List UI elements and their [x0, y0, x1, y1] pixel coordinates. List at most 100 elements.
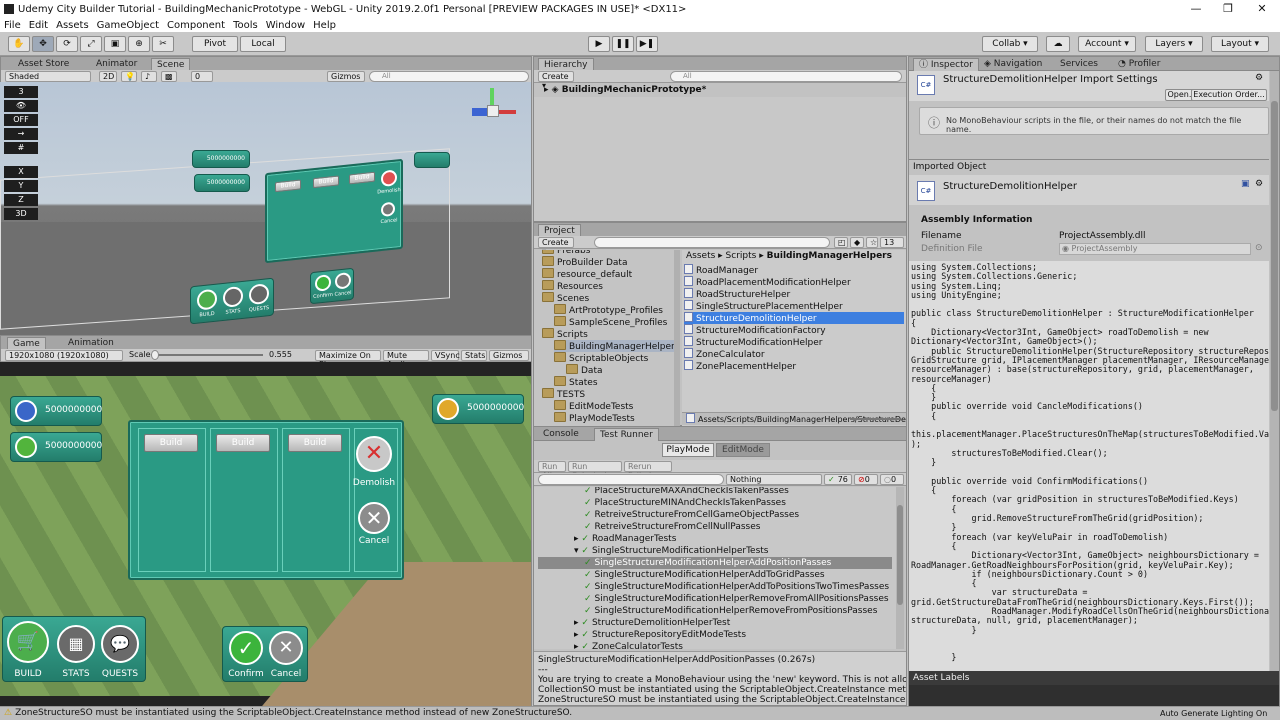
file-item[interactable]: RoadManager — [684, 264, 904, 276]
resolution-dropdown[interactable]: 1920x1080 (1920x1080) — [5, 350, 123, 361]
tab-services[interactable]: Services — [1055, 58, 1103, 71]
confirm-icon[interactable]: ✓ — [229, 631, 263, 665]
folder-item[interactable]: TESTS — [542, 388, 585, 400]
breadcrumb-scripts[interactable]: Scripts — [726, 251, 757, 261]
eye-icon[interactable]: 👁 — [4, 100, 38, 112]
hidden-count[interactable]: 0 — [191, 71, 213, 82]
step-button[interactable]: ▶❚ — [636, 36, 658, 52]
file-item[interactable]: SingleStructurePlacementHelper — [684, 300, 904, 312]
pause-button[interactable]: ❚❚ — [612, 36, 634, 52]
axis-y-icon[interactable]: Y — [4, 180, 38, 192]
menu-gameobject[interactable]: GameObject — [93, 20, 163, 31]
file-item[interactable]: ZoneCalculator — [684, 348, 904, 360]
menu-window[interactable]: Window — [262, 20, 309, 31]
folder-item[interactable]: Scripts — [542, 328, 588, 340]
scale-slider-thumb[interactable] — [151, 350, 159, 360]
folder-item[interactable]: Resources — [542, 280, 603, 292]
folder-item[interactable]: resource_default — [542, 268, 632, 280]
off-toggle[interactable]: OFF — [4, 114, 38, 126]
play-button[interactable]: ▶ — [588, 36, 610, 52]
editmode-tab[interactable]: EditMode — [716, 443, 770, 457]
hierarchy-root-item[interactable]: ▸ ◈ BuildingMechanicPrototype* — [544, 84, 706, 96]
folder-item[interactable]: ScriptableObjects — [554, 352, 648, 364]
stats-toggle[interactable]: Stats — [461, 350, 487, 361]
hierarchy-search-input[interactable]: All — [670, 71, 902, 82]
folder-item[interactable]: PlayModeTests — [554, 412, 635, 424]
mode-3d-toggle[interactable]: 3D — [4, 208, 38, 220]
folder-item[interactable]: Data — [566, 364, 603, 376]
quests-menu-icon[interactable]: 💬 — [101, 625, 139, 663]
local-toggle[interactable]: Local — [240, 36, 286, 52]
test-item[interactable]: ✓ PlaceStructureMINAndCheckIsTakenPasses — [584, 497, 786, 509]
demolish-icon[interactable]: ✕ — [356, 436, 392, 472]
orientation-gizmo-icon[interactable] — [470, 88, 520, 138]
test-item[interactable]: ▸ ✓ ZoneCalculatorTests — [574, 641, 683, 649]
project-search-input[interactable] — [594, 237, 830, 248]
category-filter-dropdown[interactable]: Nothing — [726, 474, 822, 485]
menu-file[interactable]: File — [0, 20, 25, 31]
status-bar[interactable]: ⚠ ZoneStructureSO must be instantiated us… — [0, 706, 1280, 720]
menu-assets[interactable]: Assets — [52, 20, 93, 31]
audio-toggle-icon[interactable]: ♪ — [141, 71, 157, 82]
failed-count-toggle[interactable]: ⊘0 — [854, 474, 878, 485]
vsync-toggle[interactable]: VSync — [431, 350, 460, 361]
test-item[interactable]: ▸ ✓ StructureRepositoryEditModeTests — [574, 629, 746, 641]
folder-item[interactable]: Scenes — [542, 292, 589, 304]
stats-menu-icon[interactable]: ▦ — [57, 625, 95, 663]
mute-audio-toggle[interactable]: Mute Audio — [383, 350, 429, 369]
axis-z-icon[interactable]: Z — [4, 194, 38, 206]
skipped-count-toggle[interactable]: ○0 — [880, 474, 904, 485]
scene-build-button-1[interactable]: Build — [275, 179, 301, 193]
folder-item[interactable]: States — [554, 376, 598, 388]
folder-item[interactable]: ProBuilder Data — [542, 256, 627, 268]
axis-x-icon[interactable]: X — [4, 166, 38, 178]
playmode-tab[interactable]: PlayMode — [662, 443, 714, 457]
tab-profiler[interactable]: ◔ Profiler — [1113, 58, 1165, 71]
scale-tool-icon[interactable]: ⤢ — [80, 36, 102, 52]
maximize-on-play-toggle[interactable]: Maximize On Play — [315, 350, 381, 369]
layers-dropdown[interactable]: Layers ▾ — [1145, 36, 1203, 52]
test-item[interactable]: ✓ SingleStructureModificationHelperRemove… — [584, 605, 877, 617]
tab-console[interactable]: Console — [538, 428, 584, 441]
scene-build-menu-icon[interactable] — [197, 288, 217, 311]
test-item[interactable]: ✓ SingleStructureModificationHelperAddPos… — [538, 557, 892, 569]
move-tool-icon[interactable]: ✥ — [32, 36, 54, 52]
favorite-star-icon[interactable]: ☆ — [866, 237, 878, 248]
mode-2d-toggle[interactable]: 2D — [99, 71, 117, 82]
menu-help[interactable]: Help — [309, 20, 340, 31]
scene-search-input[interactable]: All — [369, 71, 529, 82]
account-dropdown[interactable]: Account ▾ — [1078, 36, 1136, 52]
breadcrumb-assets[interactable]: Assets — [686, 251, 715, 261]
file-item[interactable]: RoadPlacementModificationHelper — [684, 276, 904, 288]
build-button-2[interactable]: Build — [216, 434, 270, 452]
scene-cancel-icon[interactable] — [381, 201, 395, 218]
scene-stats-menu-icon[interactable] — [223, 285, 243, 308]
cancel-icon[interactable]: ✕ — [358, 502, 390, 534]
rotate-tool-icon[interactable]: ⟳ — [56, 36, 78, 52]
maximize-button[interactable]: ❐ — [1212, 0, 1244, 18]
folder-item[interactable]: BuildingManagerHelpers — [554, 340, 680, 352]
menu-component[interactable]: Component — [163, 20, 229, 31]
project-tree-scrollbar[interactable] — [674, 250, 680, 426]
test-tree-scrollbar[interactable] — [896, 487, 904, 649]
collab-dropdown[interactable]: Collab ▾ — [982, 36, 1038, 52]
arrow-icon[interactable]: → — [4, 128, 38, 140]
cancel2-icon[interactable]: ✕ — [269, 631, 303, 665]
close-button[interactable]: ✕ — [1246, 0, 1278, 18]
passed-count-toggle[interactable]: ✓ 76 — [824, 474, 852, 485]
hidden-packages-count[interactable]: 13 — [880, 237, 904, 248]
folder-item[interactable]: SampleScene_Profiles — [554, 316, 667, 328]
gizmos-dropdown[interactable]: Gizmos ▾ — [327, 71, 365, 90]
menu-edit[interactable]: Edit — [25, 20, 52, 31]
fx-toggle-icon[interactable]: ▩ — [161, 71, 177, 82]
test-item[interactable]: ✓ SingleStructureModificationHelperAddToG… — [584, 569, 825, 581]
run-selected-button[interactable]: Run Selected — [568, 461, 622, 480]
run-all-button[interactable]: Run All — [538, 461, 566, 480]
transform-tool-icon[interactable]: ⊕ — [128, 36, 150, 52]
file-item[interactable]: StructureModificationFactory — [684, 324, 904, 336]
test-item[interactable]: ✓ PlaceStructureMAXAndCheckIsTakenPasses — [584, 487, 789, 497]
object-gear-icon[interactable]: ⚙ — [1255, 179, 1263, 189]
layer-number[interactable]: 3 — [4, 86, 38, 98]
test-item[interactable]: ✓ RetreiveStructureFromCellGameObjectPass… — [584, 509, 799, 521]
icon-size-slider[interactable] — [850, 418, 900, 420]
